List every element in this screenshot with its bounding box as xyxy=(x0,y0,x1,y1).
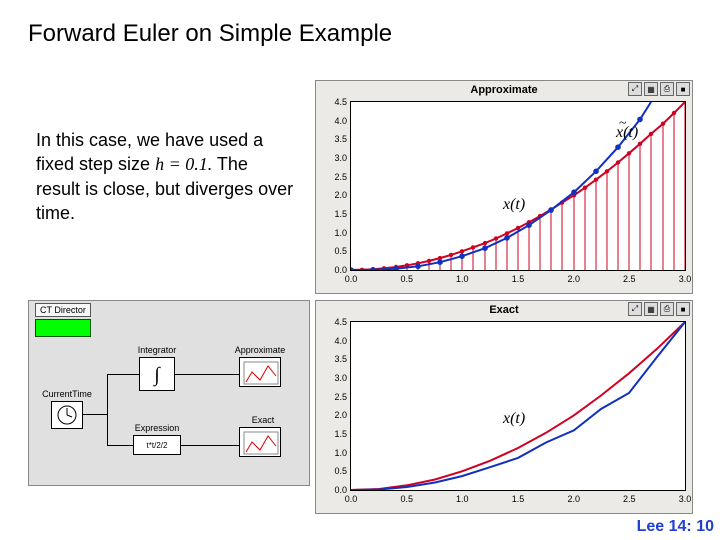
ytick: 0.0 xyxy=(321,485,347,495)
xtick: 3.0 xyxy=(679,274,692,284)
grid-icon[interactable]: ▦ xyxy=(644,302,658,316)
ytick: 1.5 xyxy=(321,209,347,219)
plot-icon xyxy=(240,428,282,458)
xtick: 0.5 xyxy=(401,494,414,504)
integrator-label: Integrator xyxy=(129,345,185,355)
approximate-label: Approximate xyxy=(229,345,291,355)
ytick: 1.0 xyxy=(321,448,347,458)
xtick: 1.0 xyxy=(456,274,469,284)
ytick: 3.5 xyxy=(321,354,347,364)
ytick: 4.0 xyxy=(321,336,347,346)
approximate-block[interactable] xyxy=(239,357,281,387)
plot-area-approx: 0.0 0.5 1.0 1.5 2.0 2.5 3.0 3.5 4.0 4.5 … xyxy=(350,101,686,271)
currenttime-block[interactable] xyxy=(51,401,83,429)
clock-icon xyxy=(56,404,78,426)
ytick: 4.0 xyxy=(321,116,347,126)
plot-icon xyxy=(240,358,282,388)
wire xyxy=(83,414,107,415)
step-size-equation: h = 0.1. xyxy=(155,154,212,174)
ytick: 1.5 xyxy=(321,429,347,439)
xtick: 2.0 xyxy=(568,494,581,504)
xtick: 2.5 xyxy=(623,494,636,504)
exact-block[interactable] xyxy=(239,427,281,457)
xtick: 2.0 xyxy=(568,274,581,284)
ytick: 0.5 xyxy=(321,246,347,256)
slide-title: Forward Euler on Simple Example xyxy=(0,0,720,48)
annotation-x: x(t) xyxy=(503,196,525,214)
reset-icon[interactable]: ■ xyxy=(676,82,690,96)
plot-titlebar: Approximate ⤢ ▦ ⎙ ■ xyxy=(316,81,692,99)
expression-label: Expression xyxy=(127,423,187,433)
plot-titlebar: Exact ⤢ ▦ ⎙ ■ xyxy=(316,301,692,319)
xtick: 1.5 xyxy=(512,494,525,504)
zoom-icon[interactable]: ⤢ xyxy=(628,82,642,96)
wire xyxy=(107,374,108,446)
grid-icon[interactable]: ▦ xyxy=(644,82,658,96)
expression-block[interactable]: t*t/2/2 xyxy=(133,435,181,455)
integrator-block[interactable]: ∫ xyxy=(139,357,175,391)
ytick: 4.5 xyxy=(321,317,347,327)
wire xyxy=(107,445,133,446)
print-icon[interactable]: ⎙ xyxy=(660,82,674,96)
ytick: 0.5 xyxy=(321,466,347,476)
ytick: 4.5 xyxy=(321,97,347,107)
annotation-xtilde: x(t) xyxy=(616,124,638,142)
xtick: 0.5 xyxy=(401,274,414,284)
plot-toolbar-icons: ⤢ ▦ ⎙ ■ xyxy=(628,82,690,96)
exact-label: Exact xyxy=(243,415,283,425)
zoom-icon[interactable]: ⤢ xyxy=(628,302,642,316)
ytick: 3.5 xyxy=(321,134,347,144)
xtick: 3.0 xyxy=(679,494,692,504)
xtick: 0.0 xyxy=(345,494,358,504)
ytick: 3.0 xyxy=(321,373,347,383)
director-block[interactable] xyxy=(35,319,91,337)
annotation-x: x(t) xyxy=(503,410,525,428)
xtick: 2.5 xyxy=(623,274,636,284)
plot-exact: Exact ⤢ ▦ ⎙ ■ 0.0 0.5 1.0 1.5 2.0 2.5 3.… xyxy=(315,300,693,514)
xtick: 1.5 xyxy=(512,274,525,284)
plot-area-exact: 0.0 0.5 1.0 1.5 2.0 2.5 3.0 3.5 4.0 4.5 … xyxy=(350,321,686,491)
director-label: CT Director xyxy=(35,303,91,317)
ytick: 0.0 xyxy=(321,265,347,275)
xtick: 0.0 xyxy=(345,274,358,284)
plot-approximate: Approximate ⤢ ▦ ⎙ ■ 0.0 0. xyxy=(315,80,693,294)
description-text: In this case, we have used a fixed step … xyxy=(36,128,296,225)
wire xyxy=(107,374,139,375)
xtick: 1.0 xyxy=(456,494,469,504)
ytick: 2.5 xyxy=(321,392,347,402)
plot-toolbar-icons: ⤢ ▦ ⎙ ■ xyxy=(628,302,690,316)
chart-svg-exact xyxy=(351,322,685,490)
ytick: 2.5 xyxy=(321,172,347,182)
slide-footer: Lee 14: 10 xyxy=(637,518,714,536)
ytick: 2.0 xyxy=(321,410,347,420)
ytick: 1.0 xyxy=(321,228,347,238)
model-diagram: CT Director CurrentTime Integrator ∫ App… xyxy=(28,300,310,486)
ytick: 2.0 xyxy=(321,190,347,200)
wire xyxy=(181,445,239,446)
ytick: 3.0 xyxy=(321,153,347,163)
print-icon[interactable]: ⎙ xyxy=(660,302,674,316)
reset-icon[interactable]: ■ xyxy=(676,302,690,316)
wire xyxy=(175,374,239,375)
currenttime-label: CurrentTime xyxy=(37,389,97,399)
